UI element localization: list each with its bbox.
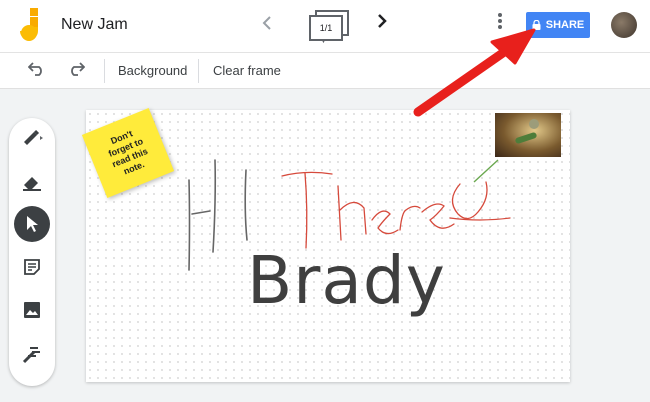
- eraser-icon: [23, 177, 41, 191]
- lock-icon: [532, 20, 541, 30]
- more-options-button[interactable]: [496, 12, 504, 30]
- tool-sidebar: [9, 118, 55, 386]
- more-vert-icon: [498, 13, 502, 29]
- toolbar-divider: [198, 59, 199, 83]
- share-button[interactable]: SHARE: [526, 12, 590, 38]
- sticky-note-icon: [24, 259, 40, 275]
- background-button[interactable]: Background: [118, 63, 187, 78]
- clear-frame-button[interactable]: Clear frame: [213, 63, 281, 78]
- laser-tool[interactable]: [14, 336, 50, 372]
- sticky-note-tool[interactable]: [14, 249, 50, 285]
- image-tool[interactable]: [14, 292, 50, 328]
- toolbar-divider: [104, 59, 105, 83]
- document-title[interactable]: New Jam: [61, 16, 128, 34]
- pointer-icon: [27, 216, 38, 232]
- select-tool[interactable]: [14, 206, 50, 242]
- chevron-right-icon: [378, 14, 387, 28]
- share-label: SHARE: [545, 19, 585, 31]
- edit-toolbar: Background Clear frame: [0, 53, 650, 89]
- handwriting-hi[interactable]: [188, 159, 248, 271]
- user-avatar[interactable]: [611, 12, 637, 38]
- green-stroke[interactable]: [473, 159, 499, 183]
- frame-indicator[interactable]: 1/1 ▼: [307, 10, 349, 45]
- redo-icon: [71, 62, 86, 76]
- handwriting-there[interactable]: [281, 171, 511, 249]
- pen-icon: [24, 129, 43, 145]
- caret-down-icon: ▼: [320, 38, 327, 45]
- redo-button[interactable]: [67, 62, 86, 81]
- pen-tool[interactable]: [14, 120, 50, 156]
- next-frame-button[interactable]: [377, 13, 387, 34]
- laser-icon: [22, 347, 40, 364]
- canvas-text-box[interactable]: Brady: [247, 242, 446, 319]
- jamboard-logo[interactable]: [17, 8, 43, 42]
- top-bar: New Jam 1/1 ▼ SHARE: [0, 0, 650, 53]
- undo-icon: [27, 62, 42, 76]
- jam-canvas[interactable]: Don't forget to read this note. Brady: [81, 107, 570, 382]
- chevron-left-icon: [262, 16, 271, 30]
- eraser-tool[interactable]: [14, 164, 50, 200]
- undo-button[interactable]: [27, 62, 46, 81]
- previous-frame-button[interactable]: [262, 15, 272, 36]
- image-icon: [24, 302, 40, 318]
